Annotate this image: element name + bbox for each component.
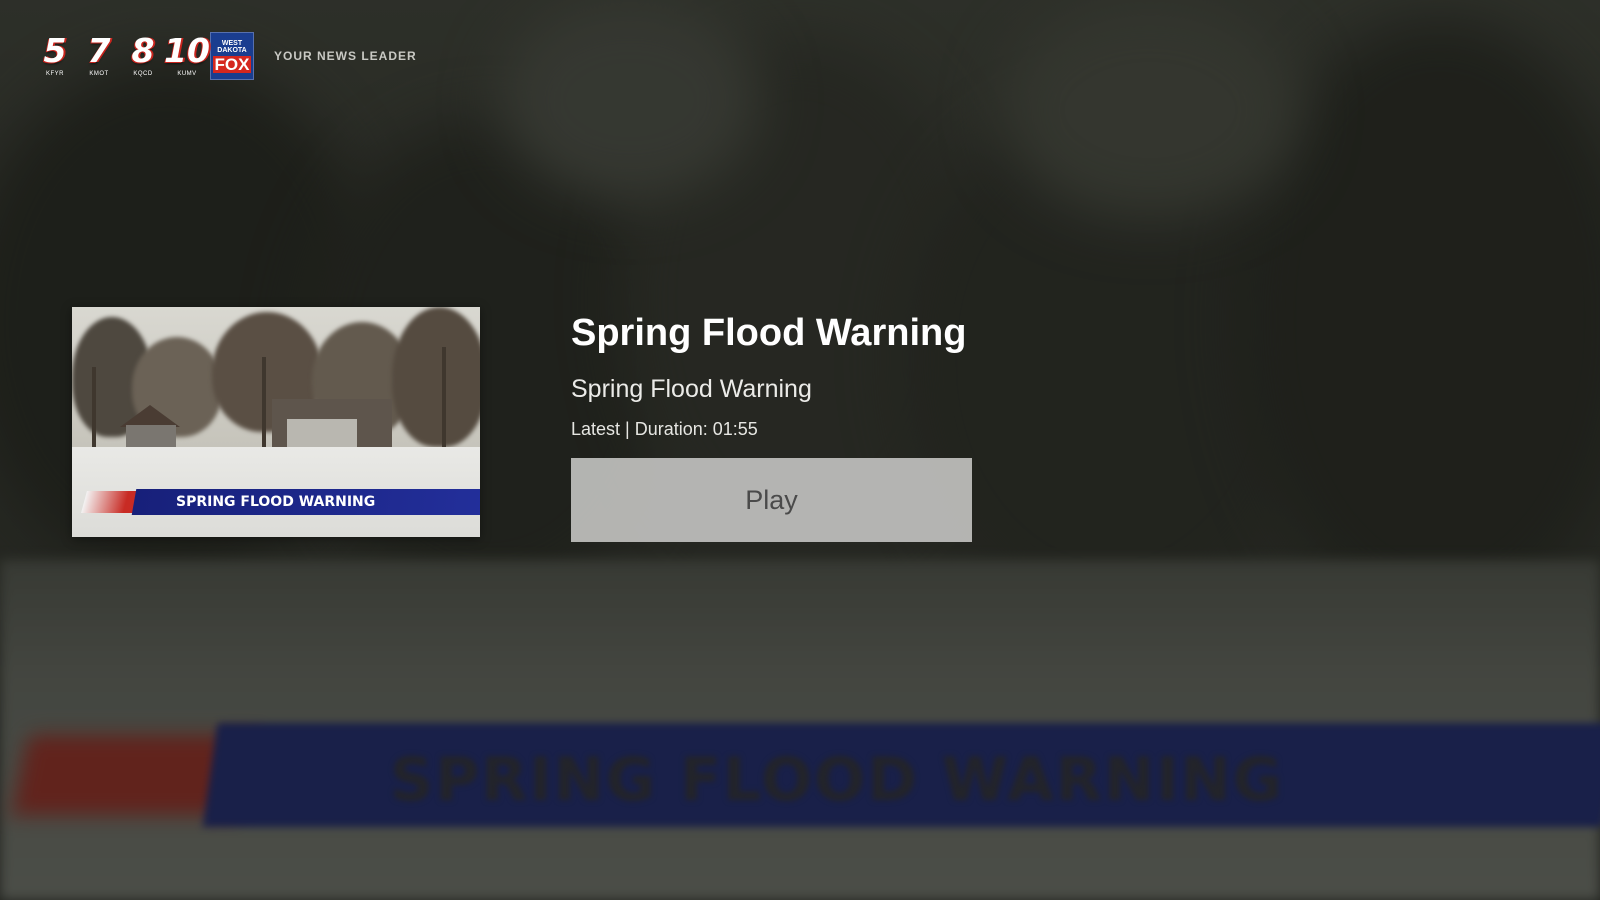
logo-channel-10: 10 KUMV	[164, 31, 210, 77]
station-logo: 5 KFYR 7 KMOT 8 KQCD 10 KUMV WEST DAKOTA…	[34, 32, 254, 80]
video-title: Spring Flood Warning	[571, 312, 967, 354]
header: 5 KFYR 7 KMOT 8 KQCD 10 KUMV WEST DAKOTA…	[34, 32, 417, 80]
video-thumbnail[interactable]: SPRING FLOOD WARNING	[72, 307, 480, 537]
video-description: Spring Flood Warning	[571, 375, 812, 403]
logo-channel-7: 7 KMOT	[78, 34, 120, 77]
video-details: Spring Flood Warning Spring Flood Warnin…	[571, 308, 975, 542]
logo-channel-5: 5 KFYR	[34, 34, 76, 77]
fox-logo: WEST DAKOTA FOX	[210, 32, 254, 80]
video-meta: Latest | Duration: 01:55	[571, 419, 758, 439]
play-button[interactable]: Play	[571, 458, 972, 542]
thumbnail-banner-text: SPRING FLOOD WARNING	[176, 494, 376, 510]
video-detail-screen: SPRING FLOOD WARNING 5 KFYR 7 KMOT 8 KQC…	[0, 0, 1600, 900]
logo-channel-8: 8 KQCD	[122, 34, 164, 77]
tagline: YOUR NEWS LEADER	[274, 49, 417, 63]
